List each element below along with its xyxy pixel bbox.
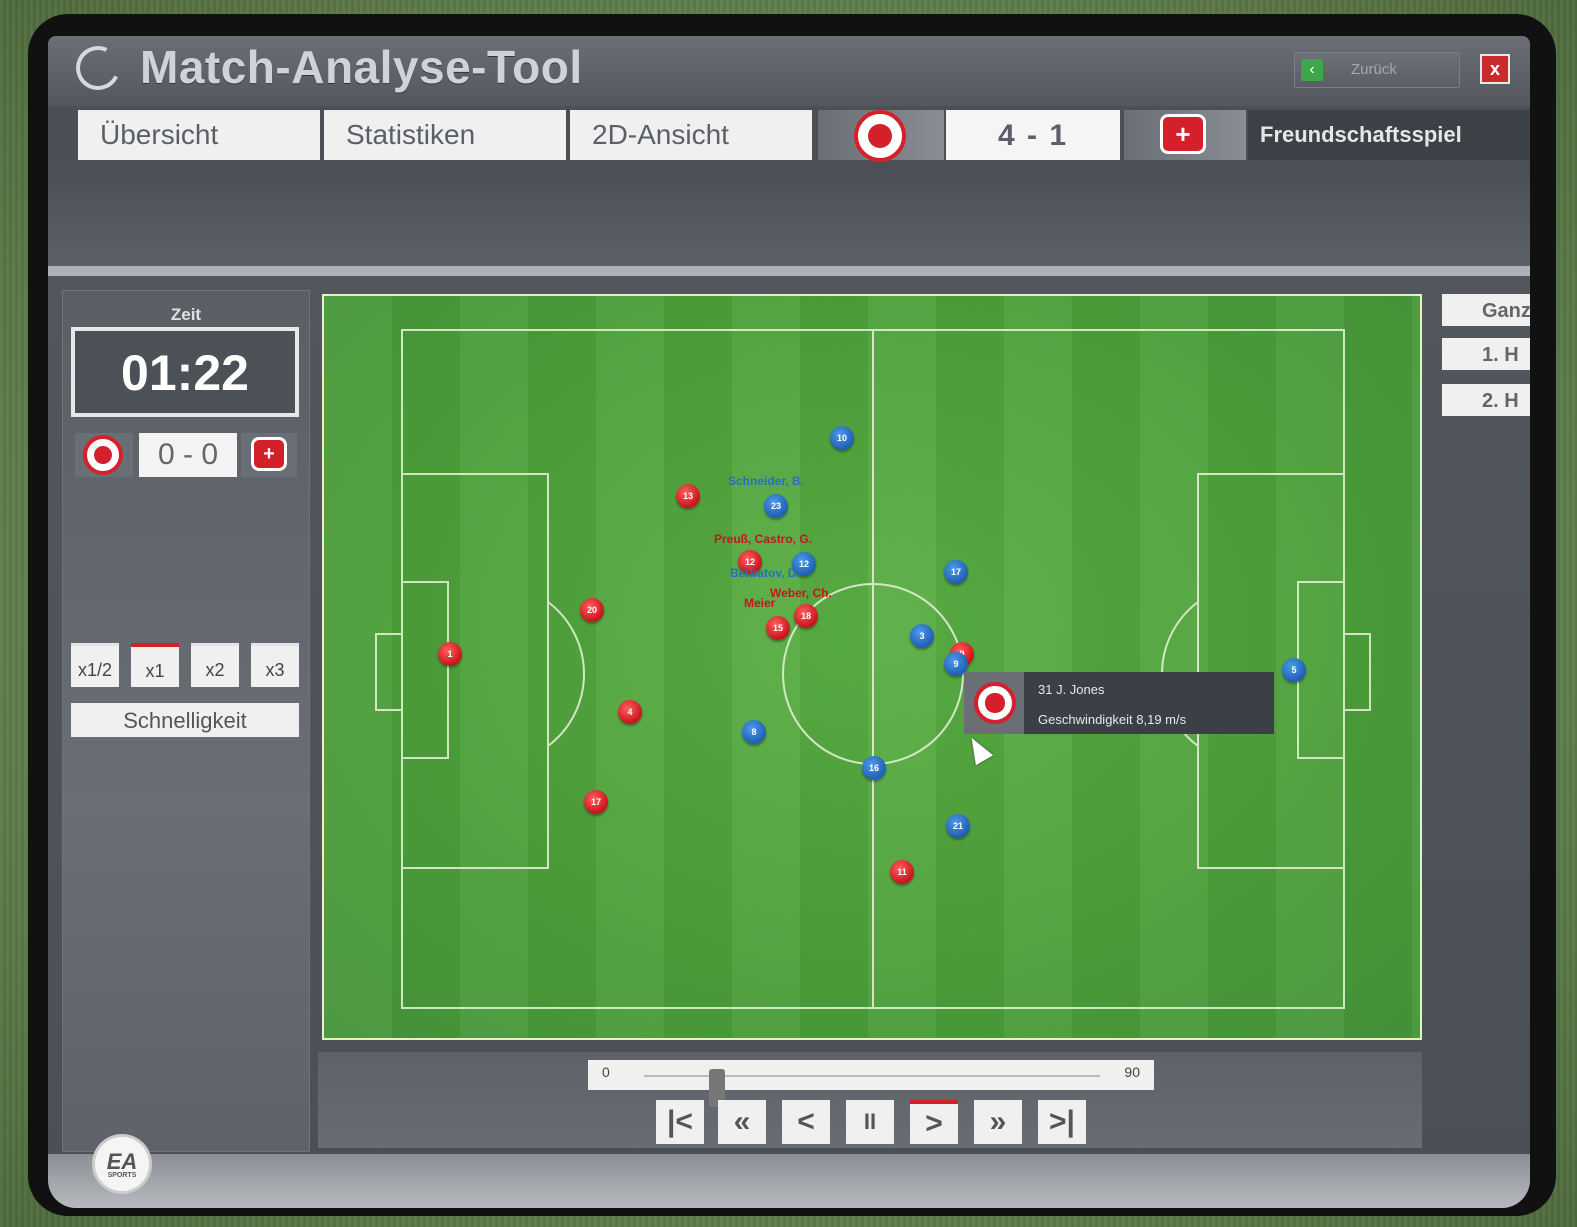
- pitch-markings: [375, 329, 1371, 1009]
- close-button[interactable]: x: [1480, 54, 1510, 84]
- speed-x3-button[interactable]: x3: [251, 643, 299, 687]
- back-button[interactable]: ‹ Zurück: [1294, 52, 1460, 88]
- pause-icon[interactable]: II: [846, 1100, 894, 1144]
- bayer-cross-crest-icon: [251, 437, 287, 471]
- live-score: 0 - 0: [139, 433, 237, 477]
- tooltip-crest-slot: [964, 672, 1024, 734]
- step-back-icon[interactable]: <: [782, 1100, 830, 1144]
- tab-overview[interactable]: Übersicht: [78, 110, 320, 160]
- mini-home-crest-slot: [75, 433, 133, 477]
- eagle-crest-icon: [974, 682, 1016, 724]
- time-label: Zeit: [170, 305, 202, 324]
- home-crest-slot: [818, 110, 944, 162]
- full-match-button[interactable]: Ganz: [1442, 294, 1530, 326]
- first-half-button[interactable]: 1. H: [1442, 338, 1530, 370]
- red-player[interactable]: 1: [438, 642, 462, 666]
- player-name-label: Weber, Ch.: [770, 586, 832, 600]
- match-clock: 01:22: [71, 327, 299, 417]
- timeline-start-label: 0: [602, 1064, 610, 1080]
- playback-controls: 0 90 |< « < II > » >|: [318, 1052, 1422, 1148]
- blue-player[interactable]: 21: [946, 814, 970, 838]
- speed-label: Schnelligkeit: [71, 703, 299, 737]
- skip-end-icon[interactable]: >|: [1038, 1100, 1086, 1144]
- analysis-window: Match-Analyse-Tool ‹ Zurück x Übersicht …: [48, 36, 1530, 1208]
- timeline-end-label: 90: [1124, 1064, 1140, 1080]
- left-panel: Zeit 01:22 0 - 0 x1/2 x1 x2 x3 Schnellig…: [62, 290, 310, 1152]
- blue-player[interactable]: 16: [862, 756, 886, 780]
- speed-half-button[interactable]: x1/2: [71, 643, 119, 687]
- player-tooltip: 31 J. Jones Geschwindigkeit 8,19 m/s: [964, 672, 1274, 734]
- back-arrow-icon: ‹: [1301, 59, 1323, 81]
- speed-x1-button[interactable]: x1: [131, 643, 179, 687]
- blue-player[interactable]: 5: [1282, 658, 1306, 682]
- eagle-crest-icon: [83, 435, 123, 475]
- bayer-cross-crest-icon: [1160, 114, 1206, 154]
- red-player[interactable]: 18: [794, 604, 818, 628]
- ea-logo-sub: SPORTS: [107, 1172, 137, 1179]
- eagle-crest-icon: [854, 110, 906, 162]
- red-player[interactable]: 13: [676, 484, 700, 508]
- bottom-bar: [48, 1154, 1530, 1208]
- red-player[interactable]: 17: [584, 790, 608, 814]
- player-name-label: Meier: [744, 596, 776, 610]
- final-score: 4 - 1: [946, 110, 1120, 160]
- play-icon[interactable]: >: [910, 1100, 958, 1144]
- rewind-icon[interactable]: «: [718, 1100, 766, 1144]
- app-title: Match-Analyse-Tool: [140, 41, 583, 93]
- title-bar: Match-Analyse-Tool ‹ Zurück x: [48, 36, 1530, 102]
- blue-player[interactable]: 3: [910, 624, 934, 648]
- skip-start-icon[interactable]: |<: [656, 1100, 704, 1144]
- fast-forward-icon[interactable]: »: [974, 1100, 1022, 1144]
- blue-player[interactable]: 8: [742, 720, 766, 744]
- player-name-label: Schneider, B.: [728, 474, 805, 488]
- ea-sports-logo: EA SPORTS: [92, 1134, 152, 1194]
- red-player[interactable]: 11: [890, 860, 914, 884]
- header-divider: [48, 266, 1530, 276]
- app-logo-icon: [69, 39, 127, 97]
- back-button-label: Zurück: [1351, 61, 1397, 78]
- football-pitch[interactable]: 1 20 13 4 17 12 15 18 11 9 10 23 17 12 3…: [322, 294, 1422, 1040]
- second-half-button[interactable]: 2. H: [1442, 384, 1530, 416]
- speed-x2-button[interactable]: x2: [191, 643, 239, 687]
- blue-player[interactable]: 17: [944, 560, 968, 584]
- player-name-label: Berbatov, D.: [730, 566, 800, 580]
- tooltip-player-name: 31 J. Jones: [1038, 682, 1105, 697]
- red-player[interactable]: 4: [618, 700, 642, 724]
- timeline-track: [644, 1069, 1100, 1107]
- tooltip-player-speed: Geschwindigkeit 8,19 m/s: [1038, 712, 1187, 727]
- player-name-label: Preuß, Castro, G.: [714, 532, 813, 546]
- red-player[interactable]: 15: [766, 616, 790, 640]
- away-crest-slot: [1124, 110, 1246, 160]
- header-band: [48, 166, 1530, 270]
- red-player[interactable]: 20: [580, 598, 604, 622]
- timeline-slider[interactable]: 0 90: [588, 1060, 1154, 1107]
- tab-2d-view[interactable]: 2D-Ansicht: [570, 110, 812, 160]
- blue-player[interactable]: 23: [764, 494, 788, 518]
- match-type-label: Freundschaftsspiel: [1248, 110, 1530, 160]
- mini-away-crest-slot: [241, 433, 297, 477]
- tab-statistics[interactable]: Statistiken: [324, 110, 566, 160]
- blue-player[interactable]: 10: [830, 426, 854, 450]
